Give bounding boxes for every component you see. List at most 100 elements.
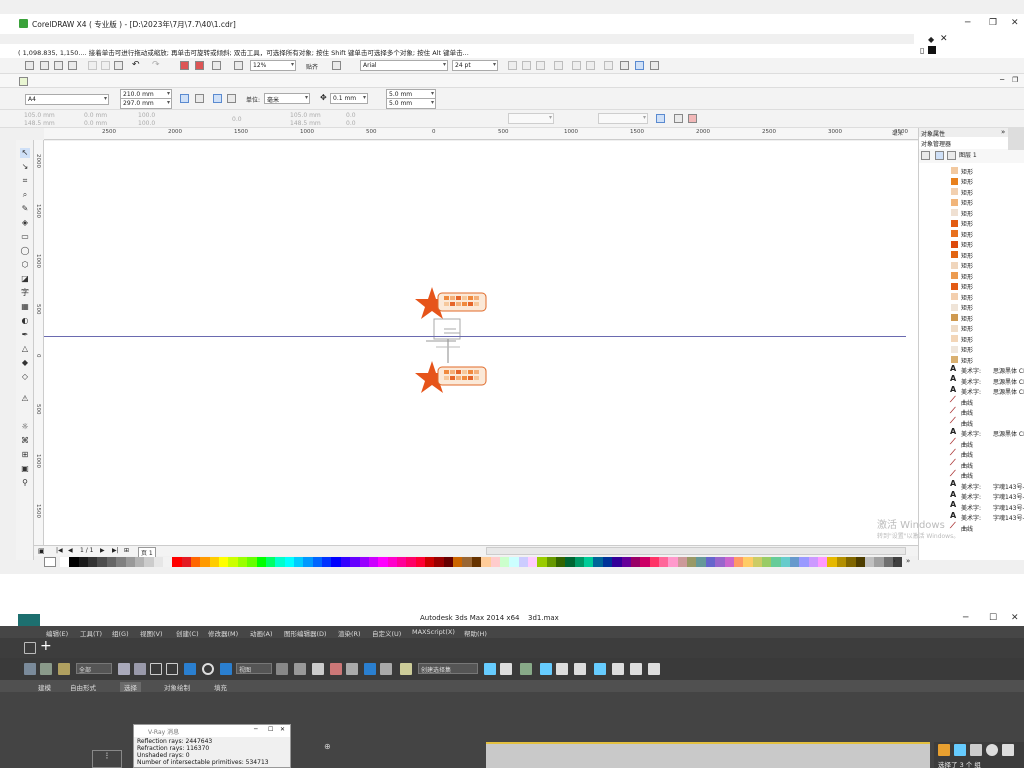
max-link-icon[interactable] [24, 663, 36, 675]
palette-swatch[interactable] [116, 557, 126, 567]
palette-swatch[interactable] [724, 557, 734, 567]
palette-swatch[interactable] [228, 557, 238, 567]
palette-swatch[interactable] [668, 557, 678, 567]
palette-swatch[interactable] [808, 557, 819, 567]
palette-swatch[interactable] [462, 557, 472, 567]
object-list-item[interactable]: 矩形 [919, 291, 1024, 302]
palette-swatch[interactable] [69, 557, 79, 567]
save-icon[interactable] [54, 61, 63, 70]
palette-swatch[interactable] [733, 557, 744, 567]
max-ribbon-tab[interactable]: 建模 [38, 682, 51, 692]
rectangle-tool-icon[interactable]: ▭ [20, 232, 30, 242]
options-icon[interactable] [332, 61, 341, 70]
palette-swatch[interactable] [752, 557, 762, 567]
add-page-icon[interactable]: ⊞ [124, 547, 129, 554]
object-list-item[interactable]: 矩形 [919, 270, 1024, 281]
palette-swatch[interactable] [640, 557, 650, 567]
page-height-input[interactable]: 297.0 mm [120, 98, 172, 109]
palette-swatch[interactable] [818, 557, 828, 567]
page-size-select[interactable]: A4 [25, 94, 109, 105]
palette-swatch[interactable] [574, 557, 585, 567]
link-icon[interactable]: ⚲ [20, 478, 30, 488]
paste-icon[interactable] [114, 61, 123, 70]
next-page-icon[interactable]: ▶ [100, 547, 105, 554]
max-menu-item[interactable]: 创建(C) [176, 628, 199, 638]
palette-swatch[interactable] [134, 557, 145, 567]
object-list-item[interactable]: A 美术字: 字魂143号- [919, 500, 1024, 512]
no-color-icon[interactable]: ✕ [940, 34, 948, 44]
max-edit-named-sel-icon[interactable] [400, 663, 412, 675]
palette-swatch[interactable] [527, 557, 538, 567]
polygon-tool-icon[interactable]: ⬡ [20, 260, 30, 270]
basic-shapes-tool-icon[interactable]: ◪ [20, 274, 30, 284]
object-list-item[interactable]: ⟋ 曲线 [919, 448, 1024, 460]
object-list-item[interactable]: A 美术字: 思源黑体 CI [919, 364, 1024, 376]
object-list-item[interactable]: 矩形 [919, 249, 1024, 260]
palette-swatch[interactable] [593, 557, 603, 567]
palette-swatch[interactable] [453, 557, 463, 567]
palette-swatch[interactable] [556, 557, 566, 567]
palette-swatch[interactable] [864, 557, 875, 567]
max-ribbon-tab[interactable]: 对象绘制 [164, 682, 190, 692]
max-angle-snap-icon[interactable] [346, 663, 358, 675]
max-manipulate-icon[interactable] [294, 663, 306, 675]
object-list-item[interactable]: 矩形 [919, 312, 1024, 323]
object-manager-icon[interactable]: ⌘ [20, 436, 30, 446]
object-list-item[interactable]: A 美术字: 字魂143号- [919, 479, 1024, 491]
max-menu-item[interactable]: 图形编辑器(D) [284, 628, 327, 638]
object-list-item[interactable]: 矩形 [919, 354, 1024, 365]
palette-swatch[interactable] [799, 557, 809, 567]
palette-swatch[interactable] [565, 557, 575, 567]
reference-coord-select[interactable]: 视图 [236, 663, 272, 674]
linestyle-select[interactable] [598, 113, 648, 124]
max-rotate-icon[interactable] [202, 663, 214, 675]
import-icon[interactable] [180, 61, 189, 70]
outline-color-swatch[interactable] [928, 46, 936, 54]
table-tool-icon[interactable]: ▦ [20, 302, 30, 312]
palette-swatch[interactable] [359, 557, 369, 567]
object-list-item[interactable]: ⟋ 曲线 [919, 406, 1024, 418]
palette-swatch[interactable] [247, 557, 257, 567]
duplicate-y-input[interactable]: 5.0 mm [386, 98, 436, 109]
palette-swatch[interactable] [153, 557, 163, 567]
print-icon[interactable] [68, 61, 77, 70]
max-align-icon[interactable] [500, 663, 512, 675]
color-palette[interactable] [60, 557, 903, 567]
palette-swatch[interactable] [743, 557, 753, 567]
palette-swatch[interactable] [659, 557, 669, 567]
max-schematic-icon[interactable] [574, 663, 586, 675]
palette-swatch[interactable] [490, 557, 500, 567]
italic-icon[interactable] [522, 61, 531, 70]
motion-panel-icon[interactable] [986, 744, 998, 756]
palette-swatch[interactable] [546, 557, 557, 567]
max-add-icon[interactable]: + [40, 638, 52, 654]
max-menu-item[interactable]: 渲染(R) [338, 628, 361, 638]
redo-icon[interactable]: ↷ [152, 60, 160, 70]
object-list-item[interactable]: ⟋ 曲线 [919, 395, 1024, 407]
palette-swatch[interactable] [209, 557, 220, 567]
max-workspace-icon[interactable] [24, 642, 36, 654]
vertical-ruler[interactable]: 2000 1500 1000 500 0 500 1000 1500 [34, 140, 44, 545]
object-list-item[interactable]: 矩形 [919, 176, 1024, 186]
palette-swatch[interactable] [312, 557, 323, 567]
modify-panel-icon[interactable] [954, 744, 966, 756]
max-menu-item[interactable]: 工具(T) [80, 628, 102, 638]
welcome-screen-icon[interactable] [234, 61, 243, 70]
layer-manager-icon[interactable] [947, 151, 956, 160]
max-ribbon-tab[interactable]: 自由形式 [70, 682, 96, 692]
palette-swatch[interactable] [415, 557, 426, 567]
palette-swatch[interactable] [340, 557, 351, 567]
all-pages-icon[interactable] [213, 94, 222, 103]
docker-side-tabs[interactable] [1008, 128, 1024, 150]
render-frame-preview[interactable] [486, 742, 930, 768]
smart-fill-tool-icon[interactable]: ◈ [20, 218, 30, 228]
max-mirror-icon[interactable] [484, 663, 496, 675]
palette-swatch[interactable] [874, 557, 884, 567]
vray-maximize-icon[interactable]: ☐ [268, 726, 273, 733]
horizontal-guideline[interactable] [44, 336, 906, 337]
palette-swatch[interactable] [687, 557, 697, 567]
palette-swatch[interactable] [293, 557, 304, 567]
palette-swatch[interactable] [621, 557, 631, 567]
copy-icon[interactable] [101, 61, 110, 70]
ticket-graphic-bottom[interactable] [415, 361, 487, 393]
